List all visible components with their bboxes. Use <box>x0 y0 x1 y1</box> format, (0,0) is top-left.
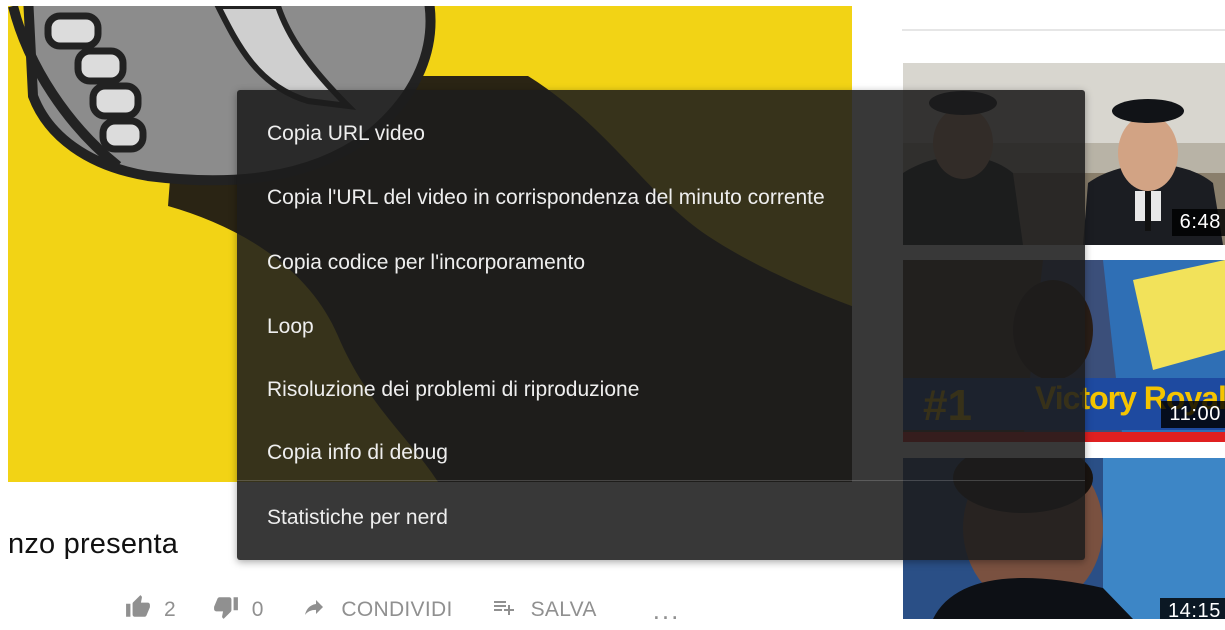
more-icon[interactable]: ... <box>653 595 681 626</box>
dislike-count: 0 <box>251 598 264 621</box>
share-icon <box>299 595 329 625</box>
menu-item-troubleshoot-playback[interactable]: Risoluzione dei problemi di riproduzione <box>237 363 1085 417</box>
menu-divider <box>237 480 1085 481</box>
menu-item-loop[interactable]: Loop <box>237 300 1085 354</box>
video-duration-1: 6:48 <box>1171 209 1225 236</box>
dislike-button[interactable]: 0 <box>212 594 264 626</box>
menu-item-copy-embed-code[interactable]: Copia codice per l'incorporamento <box>237 236 1085 290</box>
sidebar-divider <box>902 29 1225 31</box>
save-button[interactable]: SALVA <box>489 595 597 625</box>
like-count: 2 <box>164 598 176 621</box>
menu-item-stats-for-nerds[interactable]: Statistiche per nerd <box>237 491 1085 545</box>
dislike-icon <box>212 594 240 626</box>
save-label: SALVA <box>530 598 597 621</box>
video-title: nzo presenta <box>8 528 179 560</box>
video-actions-bar: 2 0 CONDIVIDI SALVA ... <box>124 590 680 630</box>
video-duration-3: 14:15 <box>1159 598 1225 619</box>
share-button[interactable]: CONDIVIDI <box>299 595 452 625</box>
menu-item-copy-url[interactable]: Copia URL video <box>237 107 1085 161</box>
menu-item-copy-debug-info[interactable]: Copia info di debug <box>237 426 1085 480</box>
share-label: CONDIVIDI <box>341 598 453 621</box>
menu-item-copy-url-at-time[interactable]: Copia l'URL del video in corrispondenza … <box>237 171 1085 225</box>
player-context-menu: Copia URL video Copia l'URL del video in… <box>237 90 1085 560</box>
like-icon <box>124 594 152 626</box>
like-button[interactable]: 2 <box>124 594 176 626</box>
video-duration-2: 11:00 <box>1161 401 1225 428</box>
save-playlist-icon <box>489 595 519 625</box>
